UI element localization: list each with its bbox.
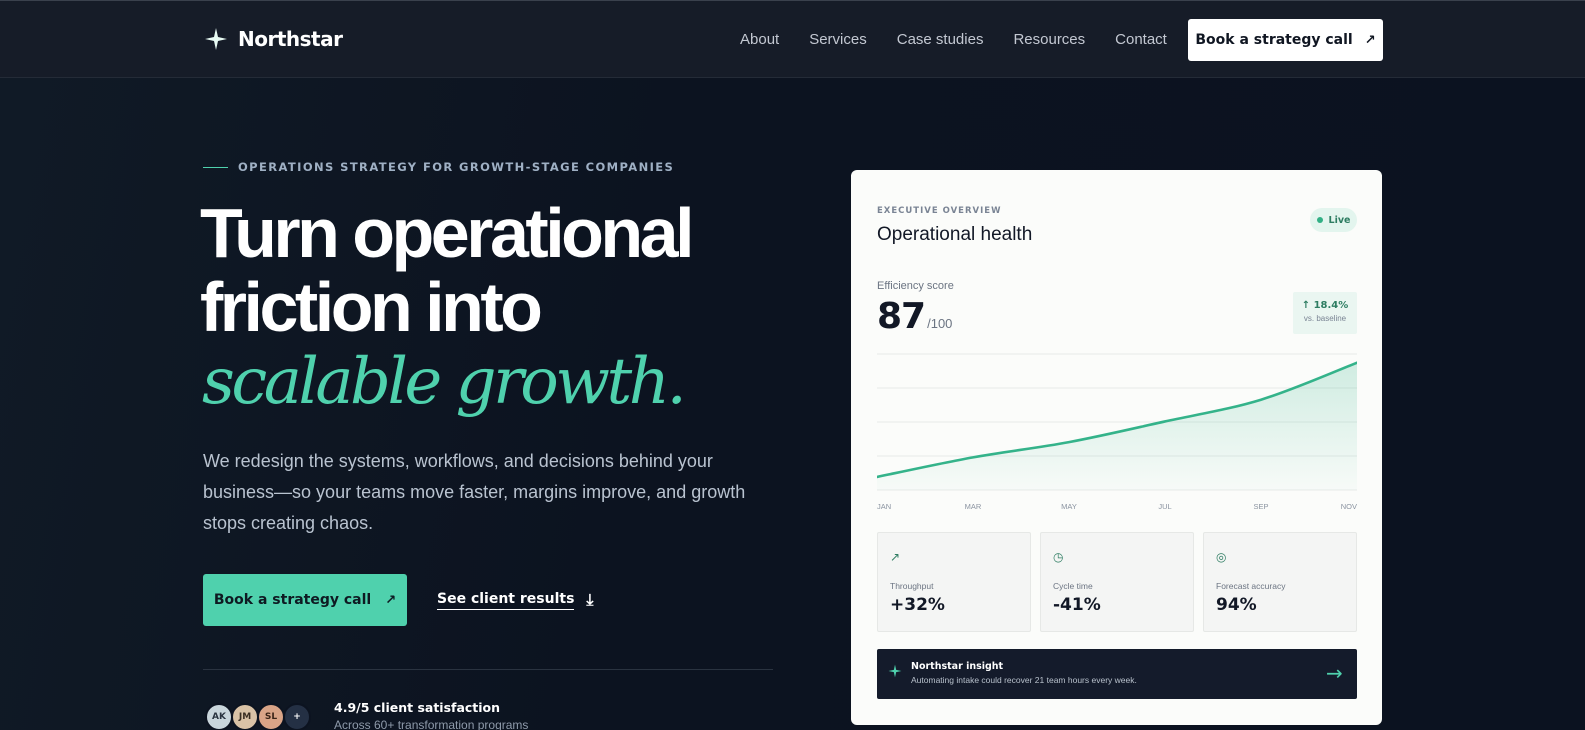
secondary-cta-label: See client results [437,591,575,610]
avatar: JM [231,703,259,730]
hero-eyebrow: OPERATIONS STRATEGY FOR GROWTH-STAGE COM… [203,160,674,174]
northstar-insight-banner[interactable]: Northstar insight Automating intake coul… [877,649,1357,699]
insight-title: Northstar insight [911,661,1004,672]
live-badge-label: Live [1328,214,1351,226]
chart-x-tick-label: JUL [1158,502,1171,511]
insight-text: Automating intake could recover 21 team … [911,675,1137,685]
stat-value: 94% [1216,595,1257,615]
chart-x-tick-label: MAR [965,502,982,511]
brand-name: Northstar [238,27,343,51]
chart-x-tick-label: NOV [1341,502,1357,511]
nav-link-resources[interactable]: Resources [1013,31,1085,48]
stat-card-forecast-accuracy: ◎ Forecast accuracy 94% [1203,532,1357,632]
hero-description: We redesign the systems, workflows, and … [203,451,746,533]
nav-link-contact[interactable]: Contact [1115,31,1167,48]
efficiency-score: 87 /100 [877,296,952,337]
stat-label: Forecast accuracy [1216,581,1286,591]
headline-line-1: Turn operational [200,194,695,272]
card-eyebrow: EXECUTIVE OVERVIEW [877,206,1002,216]
nav-book-call-button[interactable]: Book a strategy call ↗ [1188,19,1383,61]
client-rating: 4.9/5 client satisfaction Across 60+ tra… [334,700,528,730]
rating-subtitle: Across 60+ transformation programs [334,718,529,730]
stat-card-cycle-time: ◷ Cycle time -41% [1040,532,1194,632]
hero-headline: Turn operational friction into [200,196,820,344]
avatar-more: + [283,703,311,730]
stat-value: -41% [1053,595,1101,615]
arrow-up-right-icon: ↗ [1364,32,1376,48]
delta-subtitle: vs. baseline [1303,314,1347,323]
trend-up-icon: ↗ [890,550,901,564]
chart-x-tick-label: MAY [1061,502,1077,511]
card-title: Operational health [877,224,1033,245]
headline-accent: scalable growth. [202,345,687,419]
headline-line-2: friction into [200,268,543,346]
live-status-badge: Live [1310,208,1357,232]
operational-health-card: EXECUTIVE OVERVIEW Operational health Li… [851,170,1382,725]
delta-value: ↑ 18.4% [1301,300,1349,311]
score-value: 87 [877,296,926,337]
north-star-icon [205,28,227,50]
rating-title: 4.9/5 client satisfaction [334,700,501,715]
top-navigation: Northstar About Services Case studies Re… [0,0,1585,78]
arrow-right-icon[interactable]: → [1326,661,1343,685]
stat-label: Throughput [890,581,934,591]
arrow-up-right-icon: ↗ [385,592,397,608]
avatar: SL [257,703,285,730]
score-label: Efficiency score [877,280,954,292]
stat-card-throughput: ↗ Throughput +32% [877,532,1031,632]
clock-icon: ◷ [1053,550,1064,564]
chart-area-fill [877,362,1357,490]
live-dot-icon [1316,217,1323,223]
nav-link-about[interactable]: About [740,31,779,48]
logo[interactable]: Northstar [204,27,343,51]
score-denominator: /100 [927,316,953,331]
eyebrow-text: OPERATIONS STRATEGY FOR GROWTH-STAGE COM… [238,160,675,174]
target-icon: ◎ [1216,550,1227,564]
score-delta-badge: ↑ 18.4% vs. baseline [1293,292,1357,334]
see-client-results-link[interactable]: See client results ⤓ [437,590,593,610]
nav-links: About Services Case studies Resources Co… [740,31,1197,48]
primary-cta-label: Book a strategy call [213,592,372,608]
efficiency-trend-chart: JAN MAR MAY JUL SEP NOV [877,353,1357,511]
client-avatars: AK JM SL + [205,703,311,730]
hero-divider [203,669,773,670]
arrow-down-icon: ⤓ [586,590,594,609]
north-star-icon [888,664,902,678]
nav-link-services[interactable]: Services [809,31,867,48]
stat-label: Cycle time [1053,581,1093,591]
eyebrow-rule [203,166,228,168]
book-call-button[interactable]: Book a strategy call ↗ [203,574,407,626]
chart-x-tick-label: JAN [877,502,891,511]
nav-link-case-studies[interactable]: Case studies [897,31,984,48]
avatar: AK [205,703,233,730]
nav-cta-label: Book a strategy call [1195,32,1353,48]
stat-value: +32% [890,595,945,615]
chart-x-tick-label: SEP [1253,502,1268,511]
